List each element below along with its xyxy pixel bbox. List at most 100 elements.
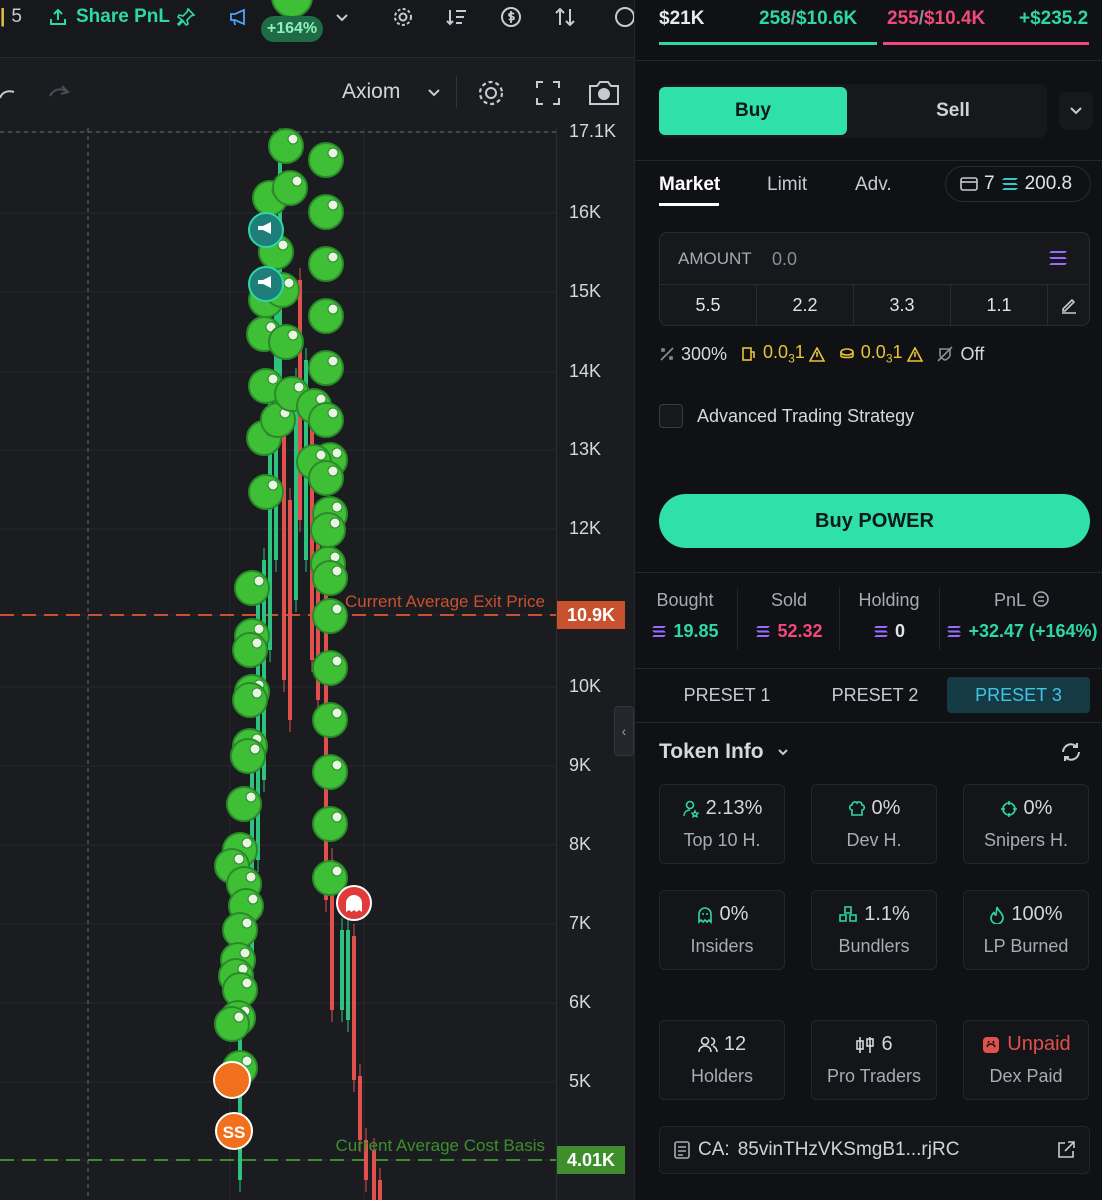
preset-amount-2[interactable]: 2.2	[757, 285, 854, 325]
preset-amount-3[interactable]: 3.3	[854, 285, 951, 325]
chart-style-select[interactable]: Axiom	[342, 80, 400, 104]
tab-advanced[interactable]: Adv.	[855, 174, 892, 196]
card-value-row: 2.13%	[660, 797, 784, 820]
screenshot-button[interactable]	[588, 80, 620, 106]
card-lp-burned[interactable]: 100% LP Burned	[963, 890, 1089, 970]
collapse-panel-button[interactable]: ‹	[614, 706, 634, 756]
ca-value[interactable]: 85vinTHzVKSmgB1...rjRC	[738, 1139, 960, 1161]
preset-tab-1[interactable]: PRESET 1	[657, 677, 797, 713]
price-axis[interactable]: 17.1K 16K 15K 14K 13K 12K 10K 9K 8K 7K 6K 5K 10.9K 4.…	[556, 121, 634, 1200]
wallet-count: 7	[984, 173, 995, 194]
dollar-coin-icon	[501, 7, 521, 27]
settings-button[interactable]	[392, 0, 414, 34]
divider	[635, 572, 1102, 573]
tab-limit[interactable]: Limit	[767, 174, 807, 196]
buys-stat: 258/$10.6K	[759, 8, 858, 29]
camera-icon	[589, 81, 619, 105]
advanced-strategy-row[interactable]: Advanced Trading Strategy	[659, 404, 914, 428]
solana-icon	[873, 626, 888, 637]
price-chart[interactable]: SS Current Average Exit Price Current Aver…	[0, 128, 556, 1200]
pnl-label: PnL	[993, 590, 1027, 610]
buy-marker-detail	[251, 637, 263, 649]
buy-submit-button[interactable]: Buy POWER	[659, 494, 1090, 548]
active-tab-indicator	[659, 203, 719, 206]
redo-button[interactable]	[48, 82, 72, 102]
advanced-strategy-label: Advanced Trading Strategy	[697, 405, 915, 426]
wallet-selector[interactable]: 7 200.8	[945, 166, 1091, 202]
advanced-strategy-checkbox[interactable]	[659, 404, 683, 428]
sells-count: 255	[887, 8, 919, 29]
amount-input[interactable]: 0.0	[772, 249, 797, 270]
pin-button[interactable]	[176, 0, 196, 34]
gear-icon	[478, 80, 504, 106]
buy-marker-detail	[267, 373, 279, 385]
buy-marker	[226, 786, 262, 822]
card-insiders[interactable]: 0% Insiders	[659, 890, 785, 970]
card-dev[interactable]: 0% Dev H.	[811, 784, 937, 864]
undo-button[interactable]	[0, 82, 18, 102]
divider	[839, 588, 840, 650]
trade-options-button[interactable]	[1059, 92, 1093, 130]
buy-marker-detail	[293, 381, 305, 393]
fullscreen-button[interactable]	[535, 80, 561, 106]
preset-tab-3[interactable]: PRESET 3	[947, 677, 1090, 713]
swap-button[interactable]	[554, 0, 576, 34]
top10-value: 2.13%	[705, 797, 763, 819]
list-settings-button[interactable]	[446, 0, 468, 34]
chart-area: | 5 Share PnL +164% Axiom SS Current Ave…	[0, 0, 634, 1200]
amount-input-row[interactable]: AMOUNT 0.0	[660, 233, 1089, 285]
sell-marker-detail	[327, 147, 339, 159]
sell-tab[interactable]: Sell	[859, 87, 1047, 135]
pnl-position-stat[interactable]: PnL +32.47 (+164%)	[941, 590, 1102, 642]
buy-marker	[222, 912, 258, 948]
candle-body	[372, 1150, 376, 1200]
card-snipers[interactable]: 0% Snipers H.	[963, 784, 1089, 864]
card-bundlers[interactable]: 1.1% Bundlers	[811, 890, 937, 970]
undo-icon	[0, 90, 15, 99]
tab-market[interactable]: Market	[659, 174, 720, 196]
candle-body	[358, 1076, 362, 1140]
announce-button[interactable]	[228, 0, 250, 34]
preset-tab-2[interactable]: PRESET 2	[805, 677, 945, 713]
contract-address-box[interactable]: CA: 85vinTHzVKSmgB1...rjRC	[659, 1126, 1090, 1174]
dev-label: Dev H.	[846, 830, 902, 850]
buy-marker	[232, 632, 268, 668]
holders-value: 12	[723, 1033, 747, 1055]
buy-marker-detail	[233, 1011, 245, 1023]
tab-count[interactable]: | 5	[0, 0, 26, 34]
token-info-header[interactable]: Token Info	[659, 740, 789, 764]
chart-style-chevron[interactable]	[426, 86, 442, 100]
add-button[interactable]	[614, 0, 634, 34]
slippage-value: 300%	[681, 343, 728, 364]
tab-count-value: 5	[11, 6, 22, 27]
pnl-badge[interactable]: +164%	[261, 16, 323, 42]
currency-button[interactable]	[500, 0, 522, 34]
exit-price-tag: 10.9K	[557, 601, 625, 629]
buy-marker	[230, 738, 266, 774]
trade-settings-row[interactable]: 300% 0.031 0.031 Off	[659, 342, 984, 366]
card-top10[interactable]: 2.13% Top 10 H.	[659, 784, 785, 864]
card-dex-paid[interactable]: Unpaid Dex Paid	[963, 1020, 1089, 1100]
y-tick-label: 6K	[569, 992, 592, 1012]
card-holders[interactable]: 12 Holders	[659, 1020, 785, 1100]
preset-amount-4[interactable]: 1.1	[951, 285, 1048, 325]
top10-label: Top 10 H.	[683, 830, 761, 850]
refresh-button[interactable]	[1059, 740, 1083, 764]
priority-fee: 0.031	[763, 342, 805, 366]
share-pnl-button[interactable]: Share PnL	[48, 0, 170, 34]
flame-icon	[990, 906, 1005, 924]
insiders-label: Insiders	[690, 936, 754, 956]
sold-stat: Sold 52.32	[739, 590, 839, 642]
chevron-down-icon	[428, 89, 440, 97]
sell-marker-detail	[327, 355, 339, 367]
more-dropdown[interactable]	[334, 0, 350, 34]
dev-value: 0%	[871, 797, 901, 819]
edit-presets-button[interactable]	[1048, 285, 1089, 325]
card-pro-traders[interactable]: 6 Pro Traders	[811, 1020, 937, 1100]
preset-amount-1[interactable]: 5.5	[660, 285, 757, 325]
chart-settings-button[interactable]	[476, 78, 506, 108]
buy-tab[interactable]: Buy	[659, 87, 847, 135]
external-link-icon[interactable]	[1057, 1141, 1075, 1159]
user-star-icon	[682, 800, 700, 818]
share-icon	[50, 8, 66, 25]
